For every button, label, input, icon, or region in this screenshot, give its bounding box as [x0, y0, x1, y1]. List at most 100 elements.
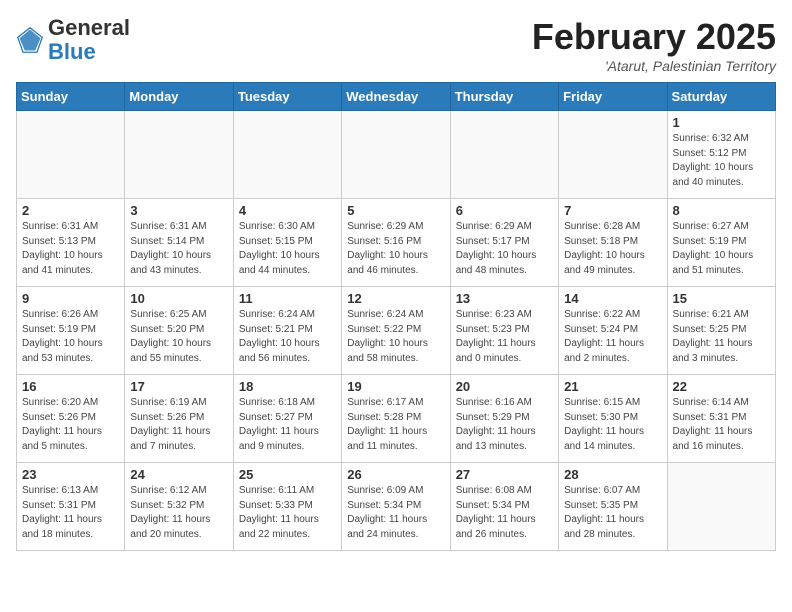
weekday-header-wednesday: Wednesday	[342, 83, 450, 111]
day-info: Sunrise: 6:12 AMSunset: 5:32 PMDaylight:…	[130, 484, 227, 542]
calendar-cell: 7 Sunrise: 6:28 AMSunset: 5:18 PMDaylight…	[559, 199, 667, 287]
day-info: Sunrise: 6:21 AMSunset: 5:25 PMDaylight:…	[673, 308, 770, 366]
day-info: Sunrise: 6:13 AMSunset: 5:31 PMDaylight:…	[22, 484, 119, 542]
day-number: 17	[130, 379, 227, 394]
calendar-cell: 6Sunrise: 6:29 AMSunset: 5:17 PMDaylight…	[450, 199, 558, 287]
day-number: 15	[673, 291, 770, 306]
day-number: 5	[347, 203, 444, 218]
calendar-cell: 1 Sunrise: 6:32 AMSunset: 5:12 PMDaylight…	[667, 111, 775, 199]
calendar-cell: 3 Sunrise: 6:31 AMSunset: 5:14 PMDaylight…	[125, 199, 233, 287]
day-info: Sunrise: 6:25 AMSunset: 5:20 PMDaylight:…	[130, 308, 227, 366]
calendar-week-5: 23 Sunrise: 6:13 AMSunset: 5:31 PMDayligh…	[17, 463, 776, 551]
calendar-cell	[125, 111, 233, 199]
calendar-cell: 20Sunrise: 6:16 AMSunset: 5:29 PMDayligh…	[450, 375, 558, 463]
weekday-header-row: SundayMondayTuesdayWednesdayThursdayFrid…	[17, 83, 776, 111]
calendar-cell: 16Sunrise: 6:20 AMSunset: 5:26 PMDayligh…	[17, 375, 125, 463]
calendar-week-1: 1 Sunrise: 6:32 AMSunset: 5:12 PMDaylight…	[17, 111, 776, 199]
day-info: Sunrise: 6:31 AMSunset: 5:14 PMDaylight:…	[130, 220, 227, 278]
calendar-cell	[559, 111, 667, 199]
weekday-header-monday: Monday	[125, 83, 233, 111]
logo-general-text: General	[48, 15, 130, 40]
day-number: 26	[347, 467, 444, 482]
day-number: 3	[130, 203, 227, 218]
day-number: 18	[239, 379, 336, 394]
day-info: Sunrise: 6:11 AMSunset: 5:33 PMDaylight:…	[239, 484, 336, 542]
calendar-week-3: 9Sunrise: 6:26 AMSunset: 5:19 PMDaylight…	[17, 287, 776, 375]
calendar-cell: 17 Sunrise: 6:19 AMSunset: 5:26 PMDayligh…	[125, 375, 233, 463]
calendar-cell: 28 Sunrise: 6:07 AMSunset: 5:35 PMDayligh…	[559, 463, 667, 551]
day-info: Sunrise: 6:17 AMSunset: 5:28 PMDaylight:…	[347, 396, 444, 454]
calendar-cell: 15 Sunrise: 6:21 AMSunset: 5:25 PMDayligh…	[667, 287, 775, 375]
day-number: 24	[130, 467, 227, 482]
day-number: 8	[673, 203, 770, 218]
day-number: 19	[347, 379, 444, 394]
day-info: Sunrise: 6:16 AMSunset: 5:29 PMDaylight:…	[456, 396, 553, 454]
day-number: 22	[673, 379, 770, 394]
day-number: 11	[239, 291, 336, 306]
day-info: Sunrise: 6:27 AMSunset: 5:19 PMDaylight:…	[673, 220, 770, 278]
day-info: Sunrise: 6:26 AMSunset: 5:19 PMDaylight:…	[22, 308, 119, 366]
calendar-cell: 13Sunrise: 6:23 AMSunset: 5:23 PMDayligh…	[450, 287, 558, 375]
day-info: Sunrise: 6:29 AMSunset: 5:16 PMDaylight:…	[347, 220, 444, 278]
day-number: 23	[22, 467, 119, 482]
calendar-cell: 2 Sunrise: 6:31 AMSunset: 5:13 PMDaylight…	[17, 199, 125, 287]
logo: General Blue	[16, 16, 130, 64]
calendar-table: SundayMondayTuesdayWednesdayThursdayFrid…	[16, 82, 776, 551]
calendar-cell	[233, 111, 341, 199]
calendar-week-4: 16Sunrise: 6:20 AMSunset: 5:26 PMDayligh…	[17, 375, 776, 463]
day-info: Sunrise: 6:32 AMSunset: 5:12 PMDaylight:…	[673, 132, 770, 190]
day-info: Sunrise: 6:24 AMSunset: 5:22 PMDaylight:…	[347, 308, 444, 366]
title-block: February 2025 'Atarut, Palestinian Terri…	[532, 16, 776, 74]
calendar-cell: 19 Sunrise: 6:17 AMSunset: 5:28 PMDayligh…	[342, 375, 450, 463]
weekday-header-thursday: Thursday	[450, 83, 558, 111]
weekday-header-tuesday: Tuesday	[233, 83, 341, 111]
day-info: Sunrise: 6:24 AMSunset: 5:21 PMDaylight:…	[239, 308, 336, 366]
calendar-cell: 21Sunrise: 6:15 AMSunset: 5:30 PMDayligh…	[559, 375, 667, 463]
day-info: Sunrise: 6:22 AMSunset: 5:24 PMDaylight:…	[564, 308, 661, 366]
day-number: 13	[456, 291, 553, 306]
location-subtitle: 'Atarut, Palestinian Territory	[532, 58, 776, 74]
day-info: Sunrise: 6:07 AMSunset: 5:35 PMDaylight:…	[564, 484, 661, 542]
calendar-cell: 10 Sunrise: 6:25 AMSunset: 5:20 PMDayligh…	[125, 287, 233, 375]
day-info: Sunrise: 6:08 AMSunset: 5:34 PMDaylight:…	[456, 484, 553, 542]
day-number: 7	[564, 203, 661, 218]
calendar-cell: 8 Sunrise: 6:27 AMSunset: 5:19 PMDaylight…	[667, 199, 775, 287]
calendar-cell: 18 Sunrise: 6:18 AMSunset: 5:27 PMDayligh…	[233, 375, 341, 463]
calendar-cell	[667, 463, 775, 551]
day-info: Sunrise: 6:18 AMSunset: 5:27 PMDaylight:…	[239, 396, 336, 454]
day-number: 10	[130, 291, 227, 306]
calendar-cell: 11 Sunrise: 6:24 AMSunset: 5:21 PMDayligh…	[233, 287, 341, 375]
calendar-cell: 12 Sunrise: 6:24 AMSunset: 5:22 PMDayligh…	[342, 287, 450, 375]
calendar-cell: 4Sunrise: 6:30 AMSunset: 5:15 PMDaylight…	[233, 199, 341, 287]
day-info: Sunrise: 6:19 AMSunset: 5:26 PMDaylight:…	[130, 396, 227, 454]
day-info: Sunrise: 6:09 AMSunset: 5:34 PMDaylight:…	[347, 484, 444, 542]
day-number: 25	[239, 467, 336, 482]
day-number: 4	[239, 203, 336, 218]
calendar-cell	[450, 111, 558, 199]
month-title: February 2025	[532, 16, 776, 58]
day-number: 2	[22, 203, 119, 218]
calendar-cell: 5 Sunrise: 6:29 AMSunset: 5:16 PMDaylight…	[342, 199, 450, 287]
calendar-cell	[342, 111, 450, 199]
day-number: 28	[564, 467, 661, 482]
day-number: 1	[673, 115, 770, 130]
calendar-cell: 23 Sunrise: 6:13 AMSunset: 5:31 PMDayligh…	[17, 463, 125, 551]
logo-icon	[16, 26, 44, 54]
weekday-header-saturday: Saturday	[667, 83, 775, 111]
day-number: 21	[564, 379, 661, 394]
day-number: 14	[564, 291, 661, 306]
weekday-header-friday: Friday	[559, 83, 667, 111]
calendar-cell: 27 Sunrise: 6:08 AMSunset: 5:34 PMDayligh…	[450, 463, 558, 551]
day-number: 12	[347, 291, 444, 306]
logo-blue-text: Blue	[48, 39, 96, 64]
day-info: Sunrise: 6:31 AMSunset: 5:13 PMDaylight:…	[22, 220, 119, 278]
day-info: Sunrise: 6:28 AMSunset: 5:18 PMDaylight:…	[564, 220, 661, 278]
calendar-cell: 14 Sunrise: 6:22 AMSunset: 5:24 PMDayligh…	[559, 287, 667, 375]
day-info: Sunrise: 6:29 AMSunset: 5:17 PMDaylight:…	[456, 220, 553, 278]
day-info: Sunrise: 6:20 AMSunset: 5:26 PMDaylight:…	[22, 396, 119, 454]
calendar-cell	[17, 111, 125, 199]
calendar-cell: 22Sunrise: 6:14 AMSunset: 5:31 PMDayligh…	[667, 375, 775, 463]
calendar-cell: 9Sunrise: 6:26 AMSunset: 5:19 PMDaylight…	[17, 287, 125, 375]
day-number: 27	[456, 467, 553, 482]
calendar-cell: 25 Sunrise: 6:11 AMSunset: 5:33 PMDayligh…	[233, 463, 341, 551]
